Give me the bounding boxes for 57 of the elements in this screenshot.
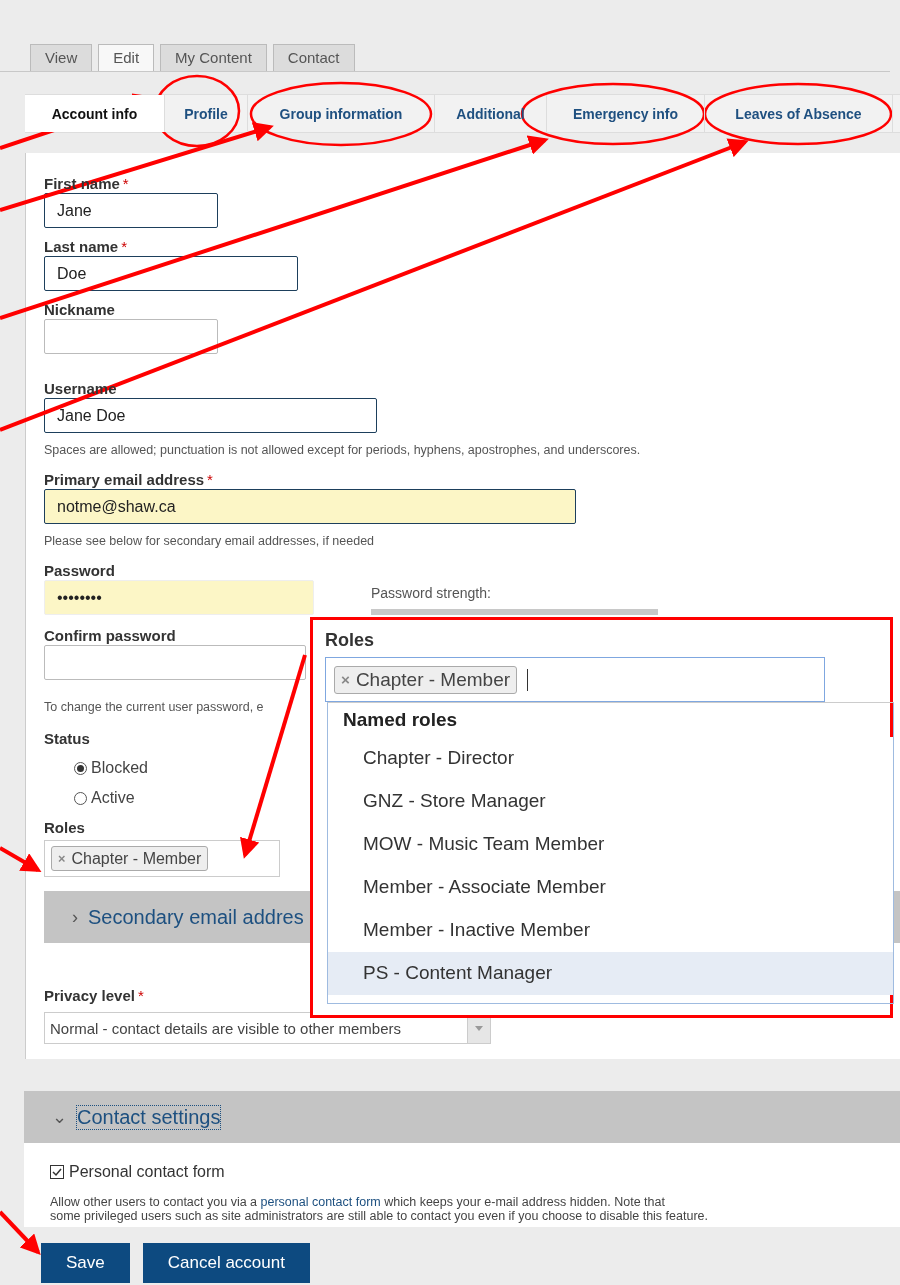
section-title[interactable]: Secondary email addres [88,905,304,929]
text-field[interactable]: Jane Doe [44,398,377,433]
section-title[interactable]: Contact settings [77,1105,221,1129]
field-label: Roles [44,819,85,836]
required-mark: * [121,238,128,255]
field-description: To change the current user password, e [44,700,264,714]
checkbox[interactable] [50,1165,64,1179]
tab[interactable]: View [30,44,93,71]
field-label: Nickname [44,301,115,318]
section-tab[interactable]: Profile [165,95,248,132]
annotation-arrow [0,1210,41,1255]
field-label: Confirm password [44,627,176,644]
strength-label: Password strength: [371,585,492,601]
field-label: Roles [325,630,376,651]
text-field[interactable]: notme@shaw.ca [44,489,576,524]
field-label: Last name * [44,238,128,255]
field-label: Privacy level * [44,987,144,1004]
annotation-arrow [0,846,42,872]
password-field[interactable] [44,645,306,680]
field-description: Please see below for secondary email addresses, if needed [44,534,375,548]
field-label: Status [44,730,90,747]
text-field[interactable]: Doe [44,256,298,291]
radio-label: Active [91,789,135,807]
tab[interactable]: Contact [272,44,355,71]
roles-field[interactable]: × Chapter - Member [44,840,280,877]
required-mark: * [122,175,129,192]
chevron-icon: › [72,906,78,928]
checkbox-label: Personal contact form [69,1163,225,1181]
text-field[interactable] [44,319,218,354]
field-label: Primary email address * [44,471,213,488]
field-label: Password [44,562,115,579]
help-text: Allow other users to contact you via a personal contact form which keeps your e-mail address hidden. Note that [50,1195,666,1209]
help-text: some privileged users such as site administrators are still able to contact you even if you choose to disable this feature. [50,1209,709,1223]
text-field[interactable]: Jane [44,193,218,228]
roles-field[interactable]: × Chapter - Member [325,657,825,702]
radio-label: Blocked [91,759,148,777]
group-heading: Named roles [342,708,459,732]
password-field[interactable]: •••••••• [44,580,314,615]
tab[interactable]: My Content [160,44,267,71]
required-mark: * [137,987,144,1004]
required-mark: * [207,471,213,488]
section-tab[interactable]: Group information [248,95,435,132]
tag-label: Chapter - Member [71,849,202,868]
cancel-button[interactable]: Cancel account [142,1243,310,1283]
tag-label: Chapter - Member [355,668,511,691]
contact-form-link[interactable]: personal contact form [260,1195,381,1209]
tab[interactable]: Edit [98,44,155,71]
text-cursor [527,668,529,691]
select-value: Normal - contact details are visible to other members [50,1019,401,1037]
dropdown-option[interactable]: PS - Content Manager [328,952,893,995]
chevron-icon: ⌄ [52,1106,67,1128]
section-tab[interactable]: Emergency info [547,95,705,132]
save-button[interactable]: Save [41,1243,130,1283]
collapsible-header[interactable]: ⌄ Contact settings [24,1091,900,1143]
field-description: Spaces are allowed; punctuation is not allowed except for periods, hyphens, apostrophes, and underscores. [44,443,641,457]
section-tab[interactable]: Leaves of Absence [705,95,893,132]
field-label: First name * [44,175,129,192]
